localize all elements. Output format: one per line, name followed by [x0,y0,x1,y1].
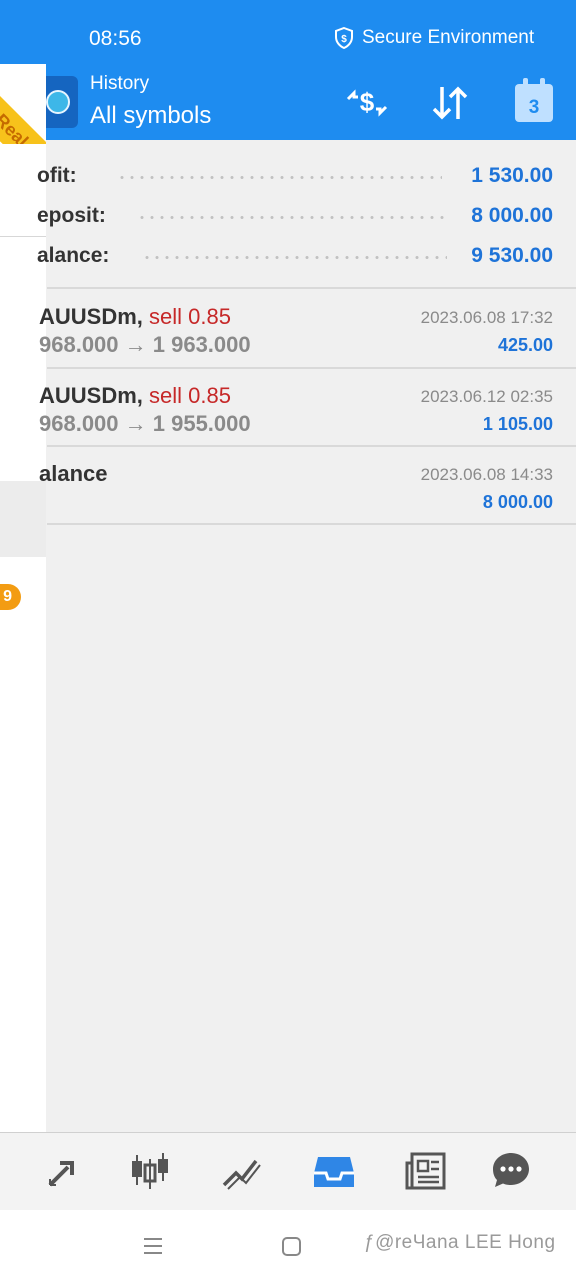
history-item[interactable]: AUUSDm, sell 0.85 968.000 → 1 963.000 20… [39,290,576,368]
nav-history[interactable] [310,1147,358,1195]
currency-exchange-button[interactable]: $ [344,80,390,126]
trend-icon [222,1159,261,1190]
divider [47,523,576,525]
history-item[interactable]: alance 2023.06.08 14:33 8 000.00 [39,447,576,525]
item-symbol: alance [39,461,108,486]
calendar-icon: 3 [515,78,553,122]
sort-button[interactable] [427,80,473,126]
item-amount: 425.00 [497,335,553,355]
trade-icon [48,1161,74,1187]
item-prices: 968.000 → 1 955.000 [39,411,251,436]
svg-text:$: $ [341,34,347,45]
bottom-navigation [0,1132,576,1210]
summary-value: 8 000.00 [471,204,553,227]
chart-candles-icon [132,1153,168,1189]
summary-label: eposit: [37,204,106,227]
calendar-day: 3 [528,97,540,118]
item-symbol: AUUSDm, [39,383,143,408]
home-button[interactable] [277,1232,305,1260]
nav-news[interactable] [402,1147,450,1195]
menu-lines-icon [144,1238,162,1254]
item-action: sell 0.85 [149,304,231,329]
drawer-item-selected[interactable] [0,481,46,557]
sort-icon [432,86,468,120]
item-datetime: 2023.06.08 17:32 [420,308,553,327]
summary-deposit: eposit: 8 000.00 [37,196,557,234]
secure-environment: $ Secure Environment [334,27,534,49]
item-prices: 968.000 → 1 963.000 [39,332,251,357]
system-navigation-bar: ƒ@reЧana LEE Hong [0,1210,576,1280]
summary-value: 9 530.00 [471,244,553,267]
status-bar: 08:56 $ Secure Environment [0,0,576,64]
item-amount: 1 105.00 [482,414,553,434]
svg-text:$: $ [360,87,375,117]
summary-label: ofit: [37,164,77,187]
notification-badge: 9 [0,584,21,610]
item-action: sell 0.85 [149,383,231,408]
summary-balance: alance: 9 530.00 [37,236,557,274]
item-symbol: AUUSDm, [39,304,143,329]
history-inbox-icon [314,1157,354,1187]
page-subtitle: History [90,73,150,94]
secure-label: Secure Environment [362,27,535,48]
account-type-ribbon: Real [0,66,46,144]
watermark-text: ƒ@reЧana LEE Hong [364,1232,556,1253]
news-icon [405,1152,446,1190]
chat-icon [493,1153,529,1187]
history-item[interactable]: AUUSDm, sell 0.85 968.000 → 1 955.000 20… [39,369,576,447]
summary-value: 1 530.00 [471,164,553,187]
shield-icon: $ [335,27,353,49]
item-datetime: 2023.06.12 02:35 [420,387,553,406]
globe-icon [46,90,70,114]
item-amount: 8 000.00 [482,492,553,512]
status-time: 08:56 [89,27,142,50]
home-square-icon [282,1237,301,1256]
item-datetime: 2023.06.08 14:33 [420,465,553,484]
nav-quotes-chart[interactable] [126,1147,174,1195]
app-bar: History All symbols $ 3 [0,64,576,140]
nav-trade-chart[interactable] [218,1147,266,1195]
calendar-button[interactable]: 3 [511,78,557,126]
summary-profit: ofit: 1 530.00 [37,156,557,194]
currency-exchange-icon: $ [346,87,388,117]
side-drawer[interactable]: 9 [0,64,46,1210]
recent-apps-button[interactable] [139,1232,167,1260]
nav-trade[interactable] [40,1147,88,1195]
drawer-divider [0,236,46,237]
nav-messages[interactable] [487,1147,535,1195]
summary-label: alance: [37,244,110,267]
divider [47,287,576,289]
account-ribbon-clip: Real [0,64,46,144]
symbol-filter[interactable]: All symbols [90,102,211,130]
